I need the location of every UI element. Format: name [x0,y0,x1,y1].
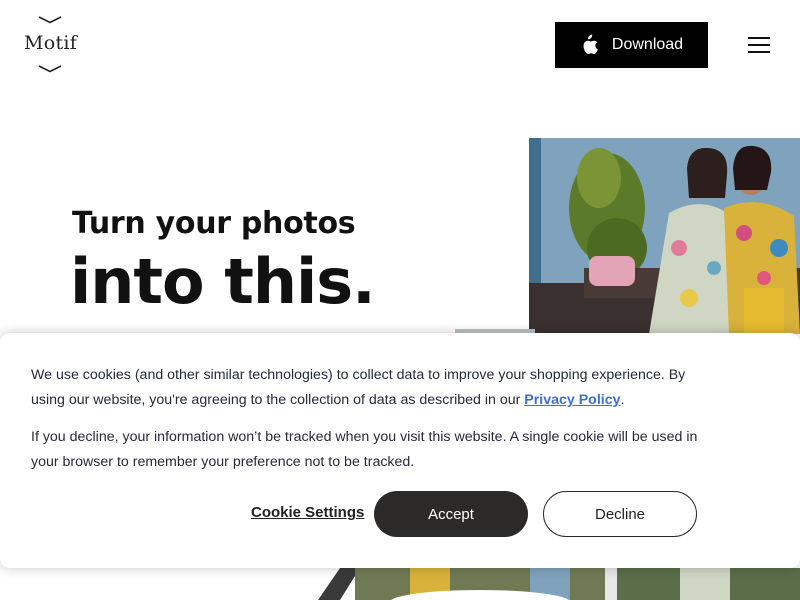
decline-button[interactable]: Decline [543,491,697,537]
download-button[interactable]: Download [555,22,708,68]
cookie-settings-link[interactable]: Cookie Settings [251,504,364,521]
chevron-down-icon [38,16,62,24]
motif-logo[interactable]: Motif [24,14,78,76]
hamburger-menu-icon[interactable] [746,34,772,56]
cookie-decline-info-text: If you decline, your information won’t b… [31,429,698,470]
cookie-banner: We use cookies (and other similar techno… [0,333,800,568]
accept-button[interactable]: Accept [374,491,528,537]
logo-wordmark: Motif [24,32,78,54]
hero-photo [529,138,800,334]
cookie-notice-text: We use cookies (and other similar techno… [31,367,686,408]
download-label: Download [611,36,684,53]
chevron-down-icon [38,65,62,73]
apple-icon [583,34,598,55]
privacy-policy-link[interactable]: Privacy Policy [524,392,620,408]
hero-title: into this. [70,245,376,318]
hero-subtitle: Turn your photos [72,206,356,241]
